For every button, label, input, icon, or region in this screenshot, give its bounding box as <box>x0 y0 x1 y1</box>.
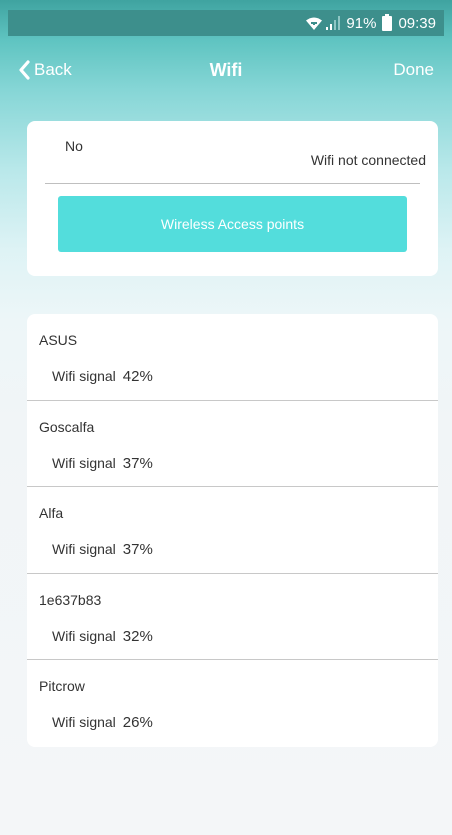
wifi-status-icon <box>306 17 323 30</box>
signal-label: Wifi signal <box>52 627 116 644</box>
signal-row: Wifi signal 37% <box>52 455 153 472</box>
signal-row: Wifi signal 37% <box>52 541 153 558</box>
battery-icon <box>382 13 393 31</box>
wireless-access-points-button[interactable]: Wireless Access points <box>58 196 407 252</box>
signal-value: 42% <box>122 368 153 385</box>
signal-value: 32% <box>122 627 153 645</box>
network-item-goscalfa[interactable]: Goscalfa Wifi signal 37% <box>27 401 438 488</box>
network-name: 1e637b83 <box>39 591 102 608</box>
signal-value: 37% <box>122 454 153 472</box>
network-name: ASUS <box>39 332 78 348</box>
signal-label: Wifi signal <box>52 714 116 731</box>
network-item-pitcrow[interactable]: Pitcrow Wifi signal 26% <box>27 660 438 747</box>
network-name: Alfa <box>39 505 64 522</box>
signal-row: Wifi signal 42% <box>52 368 153 385</box>
signal-label: Wifi signal <box>52 541 116 558</box>
signal-row: Wifi signal 26% <box>52 714 153 731</box>
network-item-asus[interactable]: ASUS Wifi signal 42% <box>27 314 438 401</box>
signal-strength-icon <box>326 16 342 30</box>
wifi-status-card: No Wifi not connected Wireless Access po… <box>27 121 438 276</box>
signal-value: 26% <box>122 714 153 732</box>
network-item-1e637b83[interactable]: 1e637b83 Wifi signal 32% <box>27 574 438 661</box>
done-button[interactable]: Done <box>393 60 434 80</box>
signal-row: Wifi signal 32% <box>52 628 153 645</box>
connection-status-label: No <box>65 138 83 154</box>
clock: 09:39 <box>398 14 436 32</box>
network-name: Pitcrow <box>39 678 85 695</box>
network-item-alfa[interactable]: Alfa Wifi signal 37% <box>27 487 438 574</box>
page-title: Wifi <box>209 60 243 80</box>
battery-percent: 91% <box>346 14 377 32</box>
status-bar: 91% 09:39 <box>8 10 444 36</box>
divider <box>45 183 420 184</box>
connection-status-value: Wifi not connected <box>310 152 426 168</box>
network-list: ASUS Wifi signal 42% Goscalfa Wifi signa… <box>27 314 438 747</box>
signal-label: Wifi signal <box>52 368 116 384</box>
signal-value: 37% <box>122 541 153 559</box>
network-name: Goscalfa <box>39 418 95 435</box>
signal-label: Wifi signal <box>52 454 116 471</box>
nav-bar: Back Wifi Done <box>8 52 444 92</box>
